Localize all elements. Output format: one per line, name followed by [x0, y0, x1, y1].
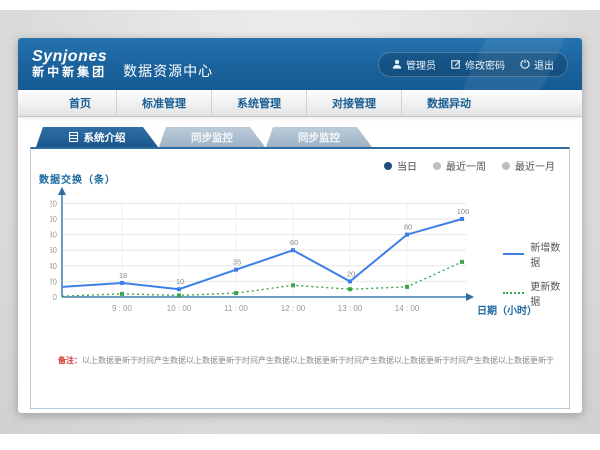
svg-text:100: 100 — [50, 215, 58, 224]
tab-label: 同步监控 — [191, 130, 233, 145]
legend-item-new-data: 新增数据 — [503, 239, 569, 269]
legend-label: 更新数据 — [530, 278, 569, 308]
y-axis-title: 数据交换（条） — [39, 171, 116, 186]
edit-icon — [451, 59, 461, 69]
svg-text:80: 80 — [404, 223, 412, 232]
document-icon — [69, 132, 78, 142]
svg-text:18: 18 — [119, 271, 127, 280]
app-window: Synjones 新中新集团 数据资源中心 管理员 修改密码 退出 首页 标准管… — [18, 38, 582, 413]
nav-item-home[interactable]: 首页 — [44, 90, 116, 116]
svg-text:80: 80 — [50, 231, 58, 240]
radio-last-month[interactable]: 最近一月 — [502, 158, 555, 173]
radio-label: 最近一月 — [515, 158, 555, 173]
footnote-body: 以上数据更新于时间产生数据以上数据更新于时间产生数据以上数据更新于时间产生数据以… — [82, 356, 554, 365]
change-password-button[interactable]: 修改密码 — [451, 57, 505, 72]
chart-legend: 新增数据 更新数据 — [503, 239, 569, 308]
logout-label: 退出 — [534, 57, 554, 72]
tab-label: 同步监控 — [298, 130, 340, 145]
tab-sync-monitor-2[interactable]: 同步监控 — [266, 127, 372, 147]
svg-text:40: 40 — [50, 262, 58, 271]
legend-item-updated-data: 更新数据 — [503, 278, 569, 308]
user-name-label: 管理员 — [406, 57, 436, 72]
footnote-prefix: 备注： — [58, 356, 82, 365]
legend-label: 新增数据 — [530, 239, 569, 269]
main-nav: 首页 标准管理 系统管理 对接管理 数据异动 — [18, 90, 582, 117]
svg-text:10 : 00: 10 : 00 — [167, 304, 192, 313]
radio-dot — [433, 162, 441, 170]
svg-text:20: 20 — [347, 269, 355, 278]
svg-text:100: 100 — [457, 207, 470, 216]
svg-text:13 : 00: 13 : 00 — [338, 304, 363, 313]
nav-item-interface-mgmt[interactable]: 对接管理 — [306, 90, 401, 116]
svg-text:60: 60 — [50, 246, 58, 255]
svg-text:60: 60 — [290, 238, 298, 247]
radio-label: 当日 — [397, 158, 417, 173]
legend-line-solid — [503, 253, 524, 255]
tab-strip: 系统介绍 同步监控 同步监控 — [36, 127, 582, 147]
user-toolbar: 管理员 修改密码 退出 — [378, 52, 568, 77]
radio-dot — [502, 162, 510, 170]
nav-item-standard-mgmt[interactable]: 标准管理 — [116, 90, 211, 116]
svg-text:11 : 00: 11 : 00 — [224, 304, 248, 313]
tab-label: 系统介绍 — [84, 130, 126, 145]
svg-text:12 : 00: 12 : 00 — [281, 304, 306, 313]
svg-text:9 : 00: 9 : 00 — [112, 304, 133, 313]
svg-text:20: 20 — [50, 277, 58, 286]
company-logo: Synjones 新中新集团 — [32, 49, 107, 78]
logo-text-cn: 新中新集团 — [32, 66, 107, 79]
user-menu[interactable]: 管理员 — [392, 57, 436, 72]
radio-last-week[interactable]: 最近一周 — [433, 158, 486, 173]
svg-text:14 : 00: 14 : 00 — [395, 304, 420, 313]
footnote: 备注：以上数据更新于时间产生数据以上数据更新于时间产生数据以上数据更新于时间产生… — [58, 355, 570, 366]
tab-sync-monitor-1[interactable]: 同步监控 — [159, 127, 265, 147]
radio-label: 最近一周 — [446, 158, 486, 173]
nav-item-system-mgmt[interactable]: 系统管理 — [211, 90, 306, 116]
radio-today[interactable]: 当日 — [384, 158, 417, 173]
svg-text:35: 35 — [233, 258, 241, 267]
svg-text:10: 10 — [176, 277, 184, 286]
page-title: 数据资源中心 — [123, 61, 213, 81]
svg-text:120: 120 — [50, 199, 58, 208]
radio-dot — [384, 162, 392, 170]
nav-item-data-change[interactable]: 数据异动 — [401, 90, 496, 116]
change-password-label: 修改密码 — [465, 57, 505, 72]
power-icon — [520, 59, 530, 69]
content-panel: 当日 最近一周 最近一月 数据交换（条） 0 20 40 60 80 100 120 9 : … — [30, 147, 570, 409]
app-header: Synjones 新中新集团 数据资源中心 管理员 修改密码 退出 — [18, 38, 582, 90]
logout-button[interactable]: 退出 — [520, 57, 554, 72]
svg-text:0: 0 — [53, 293, 58, 302]
line-chart-svg: 0 20 40 60 80 100 120 9 : 00 10 : 00 11 : 00 12 : … — [50, 187, 474, 321]
tab-system-intro[interactable]: 系统介绍 — [36, 127, 158, 147]
time-range-filter: 当日 最近一周 最近一月 — [384, 158, 555, 173]
logo-text-en: Synjones — [32, 49, 107, 66]
user-icon — [392, 59, 402, 69]
legend-line-dotted — [503, 292, 524, 294]
line-chart: 0 20 40 60 80 100 120 9 : 00 10 : 00 11 : 00 12 : … — [50, 187, 474, 326]
